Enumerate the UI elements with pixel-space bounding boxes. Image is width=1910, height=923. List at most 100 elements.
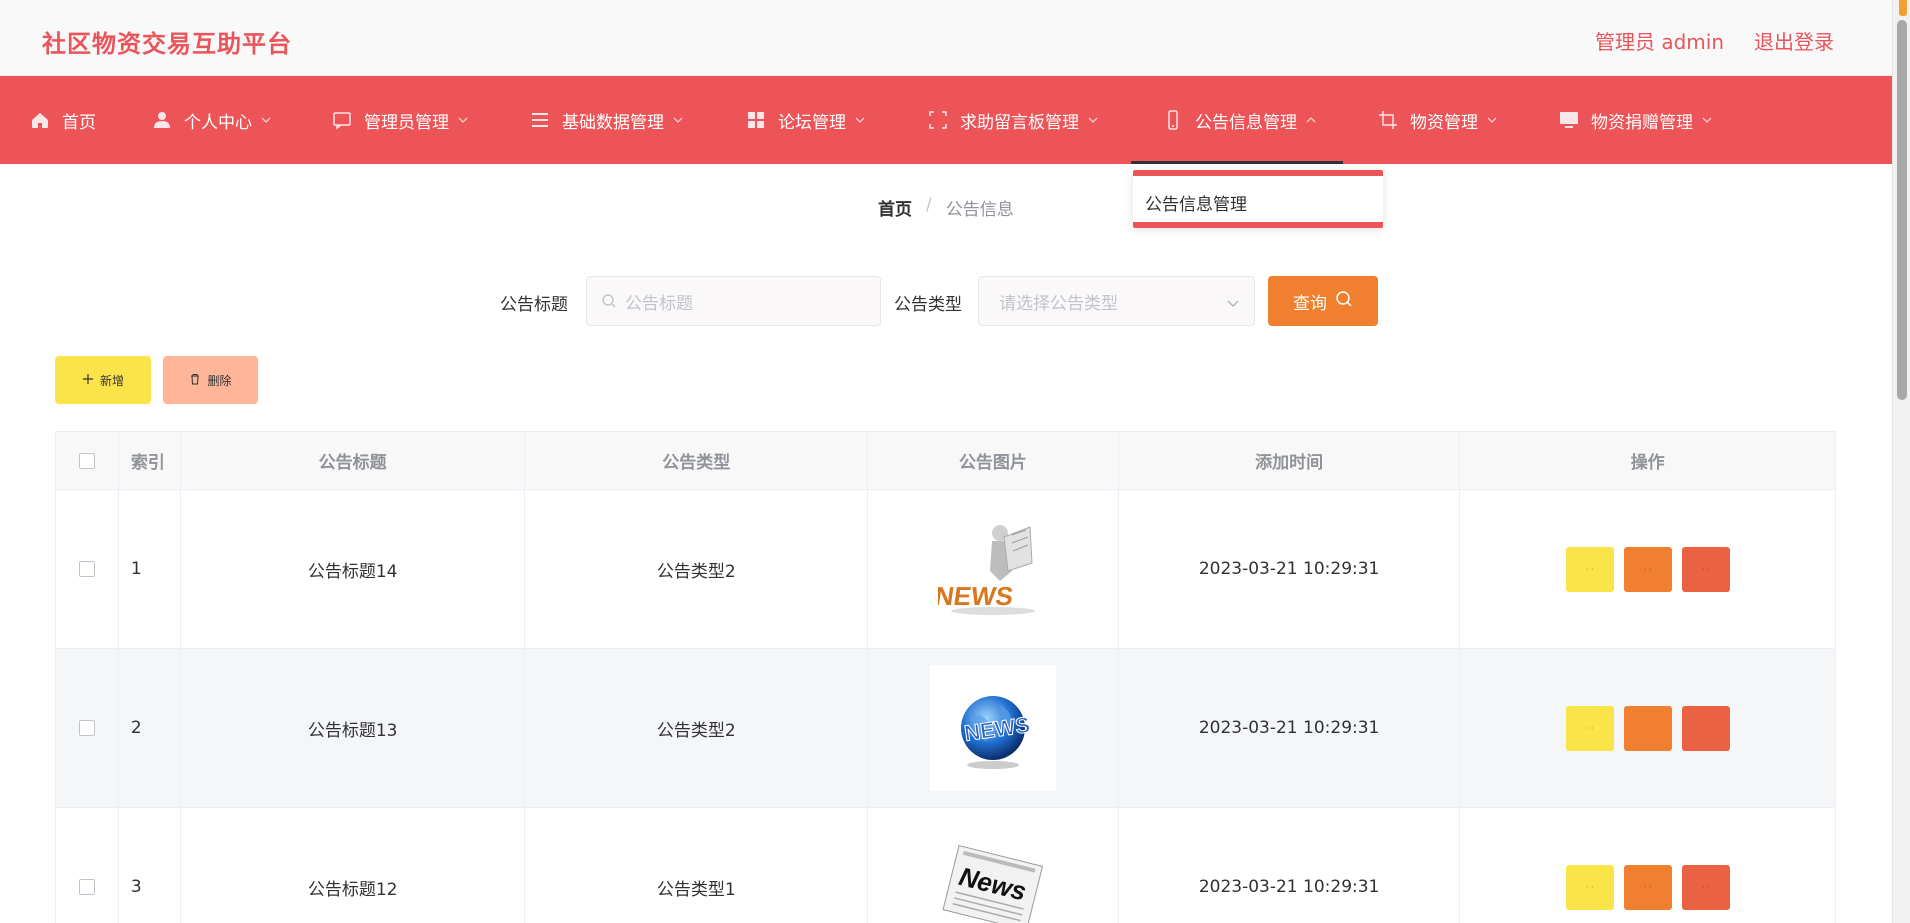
user-icon: [152, 110, 172, 130]
column-header-title: 公告标题: [181, 432, 526, 489]
nav-item-base-data-management[interactable]: 基础数据管理: [530, 76, 684, 164]
row-index: 1: [119, 490, 181, 648]
nav-label: 管理员管理: [364, 112, 449, 133]
row-type: 公告类型2: [525, 649, 869, 807]
row-type: 公告类型2: [525, 490, 869, 648]
vertical-scrollbar[interactable]: [1892, 0, 1910, 923]
nav-label: 基础数据管理: [562, 112, 664, 133]
type-select-placeholder: 请选择公告类型: [999, 293, 1118, 314]
row-time: 2023-03-21 10:29:31: [1119, 649, 1461, 807]
scrollbar-top-marker: [1899, 0, 1907, 16]
chevron-down-icon: [260, 114, 272, 126]
query-button-label: 查询: [1293, 293, 1327, 314]
nav-label: 物资管理: [1410, 112, 1478, 133]
row-delete-button[interactable]: · ·: [1681, 864, 1730, 910]
nav-item-forum-management[interactable]: 论坛管理: [746, 76, 866, 164]
crop-icon: [1378, 110, 1398, 130]
main-nav: 首页 个人中心 管理员管理 基础数据管理 论坛管理 求助留言板管理 公告信息管理…: [0, 76, 1892, 164]
news-globe-image[interactable]: NEWS: [929, 665, 1056, 791]
title-search-placeholder: 公告标题: [625, 293, 693, 314]
frame-icon: [928, 110, 948, 130]
title-filter-label: 公告标题: [500, 295, 568, 315]
nav-item-help-board-management[interactable]: 求助留言板管理: [928, 76, 1099, 164]
nav-item-supplies-management[interactable]: 物资管理: [1378, 76, 1498, 164]
chevron-down-icon: [1701, 114, 1713, 126]
app-title: 社区物资交易互助平台: [42, 30, 292, 58]
delete-button-label: 删除: [207, 373, 232, 388]
nav-item-donation-management[interactable]: 物资捐赠管理: [1559, 76, 1713, 164]
phone-icon: [1163, 110, 1183, 130]
notice-submenu: 公告信息管理: [1133, 170, 1383, 228]
monitor-icon: [1559, 110, 1579, 130]
select-all-checkbox[interactable]: [78, 452, 95, 469]
nav-label: 公告信息管理: [1195, 112, 1297, 133]
notice-table: 索引 公告标题 公告类型 公告图片 添加时间 操作 1 公告标题14 公告类型2: [55, 431, 1836, 923]
nav-item-home[interactable]: 首页: [30, 76, 96, 164]
search-icon: [601, 293, 617, 309]
row-edit-button[interactable]: · ·: [1623, 546, 1672, 592]
submenu-item-notice-management[interactable]: 公告信息管理: [1145, 190, 1247, 215]
grid-icon: [746, 110, 766, 130]
svg-text:NEWS: NEWS: [938, 581, 1015, 611]
nav-item-personal-center[interactable]: 个人中心: [152, 76, 272, 164]
plus-icon: [82, 373, 94, 388]
header-select-all: [56, 432, 119, 489]
chevron-down-icon: [457, 114, 469, 126]
chevron-down-icon: [1087, 114, 1099, 126]
column-header-index: 索引: [119, 432, 181, 489]
chevron-up-icon: [1305, 114, 1317, 126]
row-delete-button[interactable]: · ·: [1681, 705, 1730, 751]
nav-label: 物资捐赠管理: [1591, 112, 1693, 133]
nav-label: 个人中心: [184, 112, 252, 133]
row-edit-button[interactable]: · ·: [1623, 705, 1672, 751]
home-icon: [30, 110, 50, 130]
row-title: 公告标题12: [181, 808, 526, 923]
type-filter-label: 公告类型: [894, 295, 962, 315]
nav-label: 论坛管理: [778, 112, 846, 133]
row-detail-button[interactable]: · ·: [1565, 864, 1614, 910]
column-header-image: 公告图片: [868, 432, 1119, 489]
breadcrumb-home[interactable]: 首页: [878, 195, 912, 220]
query-button[interactable]: 查询: [1268, 276, 1378, 326]
delete-button[interactable]: 删除: [163, 356, 258, 404]
newspaper-image[interactable]: News: [930, 824, 1056, 923]
list-icon: [530, 110, 550, 130]
row-checkbox[interactable]: [78, 879, 95, 895]
scrollbar-thumb[interactable]: [1897, 20, 1907, 400]
chevron-down-icon: [854, 114, 866, 126]
top-header: 社区物资交易互助平台 管理员 admin 退出登录: [0, 0, 1892, 76]
chevron-down-icon: [1486, 114, 1498, 126]
type-select[interactable]: 请选择公告类型: [978, 276, 1255, 326]
row-checkbox[interactable]: [78, 561, 95, 577]
add-button[interactable]: 新增: [55, 356, 151, 404]
row-detail-button[interactable]: · ·: [1565, 705, 1614, 751]
chevron-down-icon: [672, 114, 684, 126]
search-icon: [1335, 290, 1353, 313]
nav-label: 求助留言板管理: [960, 112, 1079, 133]
row-edit-button[interactable]: · ·: [1623, 864, 1672, 910]
page: 社区物资交易互助平台 管理员 admin 退出登录 首页 个人中心 管理员管理: [0, 0, 1910, 923]
nav-item-admin-management[interactable]: 管理员管理: [332, 76, 469, 164]
table-row: 2 公告标题13 公告类型2 NEWS 2023-03-21 10:29:31 …: [56, 649, 1835, 808]
nav-label: 首页: [62, 112, 96, 133]
logout-link[interactable]: 退出登录: [1754, 26, 1834, 55]
header-actions: 管理员 admin 退出登录: [1595, 26, 1834, 55]
add-button-label: 新增: [99, 373, 124, 388]
news-reader-image[interactable]: NEWS: [930, 506, 1056, 632]
row-time: 2023-03-21 10:29:31: [1119, 808, 1461, 923]
row-index: 2: [119, 649, 181, 807]
admin-user-link[interactable]: 管理员 admin: [1595, 26, 1724, 55]
title-search-input[interactable]: 公告标题: [586, 276, 881, 326]
chat-icon: [332, 110, 352, 130]
column-header-type: 公告类型: [525, 432, 869, 489]
breadcrumb-separator: /: [926, 195, 932, 215]
nav-item-notice-management[interactable]: 公告信息管理: [1131, 76, 1343, 164]
column-header-time: 添加时间: [1119, 432, 1461, 489]
row-delete-button[interactable]: · ·: [1681, 546, 1730, 592]
table-row: 1 公告标题14 公告类型2 NEWS 2023-03-21 10:29:31: [56, 490, 1835, 649]
breadcrumb: 首页 / 公告信息: [878, 195, 1014, 220]
row-checkbox[interactable]: [78, 720, 95, 736]
row-detail-button[interactable]: · ·: [1565, 546, 1614, 592]
row-index: 3: [119, 808, 181, 923]
trash-icon: [189, 373, 201, 388]
